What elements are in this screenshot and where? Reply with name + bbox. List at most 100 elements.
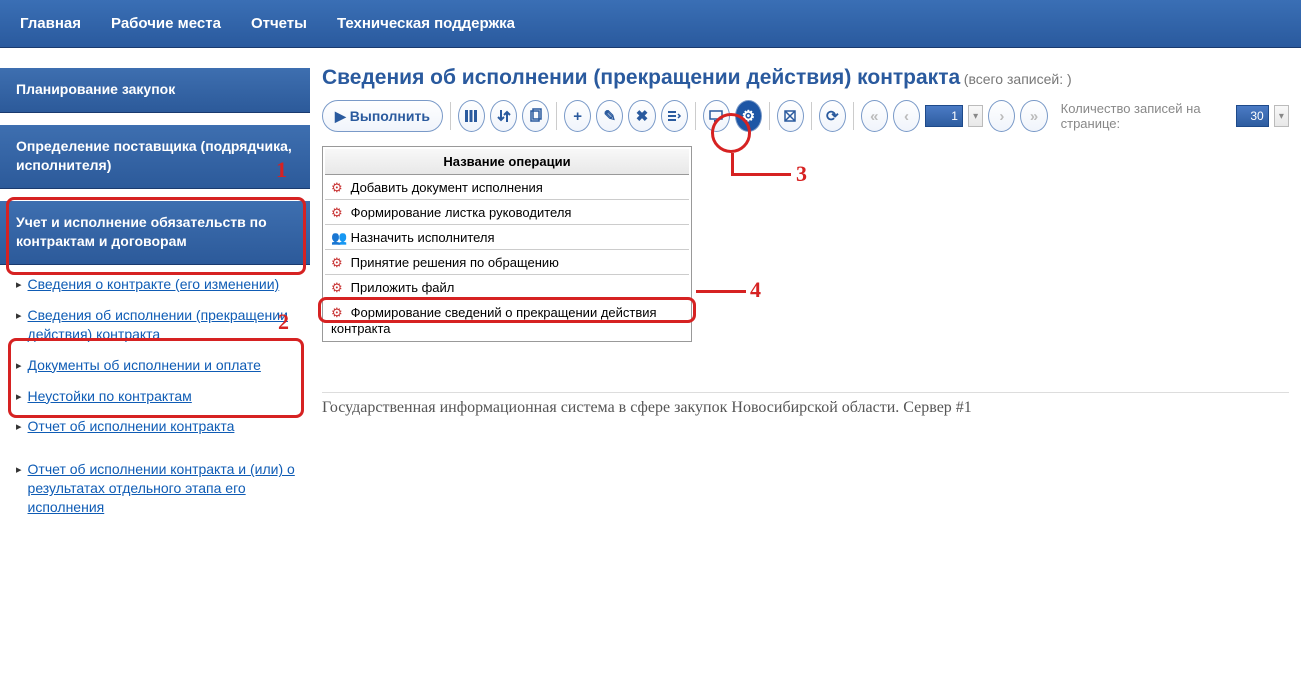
sidebar-section-supplier[interactable]: Определение поставщика (подрядчика, испо… [0, 125, 310, 189]
people-icon: 👥 [331, 230, 347, 246]
title-row: Сведения об исполнении (прекращении дейс… [322, 66, 1289, 90]
nav-workplaces[interactable]: Рабочие места [111, 15, 221, 32]
delete-button[interactable]: ✖ [628, 100, 655, 132]
arrow-icon: ▸ [16, 390, 22, 403]
page-title: Сведения об исполнении (прекращении дейс… [322, 66, 960, 89]
sidebar-link[interactable]: Отчет об исполнении контракта [28, 417, 235, 436]
gear-icon: ⚙ [742, 107, 755, 125]
page-dropdown[interactable]: ▾ [968, 105, 983, 127]
title-suffix: (всего записей: ) [964, 71, 1072, 87]
gear-icon: ⚙ [331, 255, 347, 271]
separator [769, 102, 770, 130]
execute-button[interactable]: ▶Выполнить [322, 100, 443, 132]
sidebar-links: ▸ Сведения о контракте (его изменении) ▸ С… [0, 265, 310, 533]
sidebar-item[interactable]: ▸ Сведения о контракте (его изменении) [0, 269, 310, 300]
copy-button[interactable] [522, 100, 549, 132]
arrow-icon: ▸ [16, 359, 22, 372]
sidebar-section-contracts[interactable]: Учет и исполнение обязательств по контра… [0, 201, 310, 265]
op-label: Формирование сведений о прекращении дейс… [331, 305, 657, 336]
refresh-icon: ⟳ [826, 107, 839, 125]
op-label: Принятие решения по обращению [351, 255, 559, 270]
operations-table: Название операции ⚙ Добавить документ ис… [322, 146, 692, 342]
next-icon: › [999, 108, 1004, 125]
sidebar-link[interactable]: Сведения о контракте (его изменении) [28, 275, 280, 294]
callout-number-3: 3 [796, 161, 807, 187]
page-number-box[interactable]: 1 [925, 105, 963, 127]
sidebar-item[interactable]: ▸ Сведения об исполнении (прекращении дей… [0, 300, 310, 350]
table-row[interactable]: 👥 Назначить исполнителя [325, 227, 689, 250]
sidebar-section-planning[interactable]: Планирование закупок [0, 68, 310, 113]
separator [853, 102, 854, 130]
screen-button[interactable] [703, 100, 730, 132]
nav-reports[interactable]: Отчеты [251, 15, 307, 32]
separator [695, 102, 696, 130]
footer-text: Государственная информационная система в… [322, 392, 1289, 417]
sidebar-item[interactable]: ▸ Отчет об исполнении контракта [0, 411, 310, 442]
execute-label: Выполнить [350, 108, 430, 124]
table-row[interactable]: ⚙ Формирование листка руководителя [325, 202, 689, 225]
table-row[interactable]: ⚙ Приложить файл [325, 277, 689, 300]
last-icon: » [1030, 108, 1038, 125]
op-label: Назначить исполнителя [351, 230, 495, 245]
sidebar-item[interactable]: ▸ Документы об исполнении и оплате [0, 350, 310, 381]
callout-number-1: 1 [276, 157, 287, 183]
gear-icon: ⚙ [331, 280, 347, 296]
sidebar-link[interactable]: Документы об исполнении и оплате [28, 356, 261, 375]
edit-button[interactable]: ✎ [596, 100, 623, 132]
expand-icon [782, 108, 798, 124]
copy-icon [528, 108, 544, 124]
add-button[interactable]: + [564, 100, 591, 132]
sort-icon [496, 108, 512, 124]
table-row[interactable]: ⚙ Принятие решения по обращению [325, 252, 689, 275]
separator [811, 102, 812, 130]
first-icon: « [870, 108, 878, 125]
expand-button[interactable] [777, 100, 804, 132]
per-page-label: Количество записей на странице: [1061, 101, 1231, 131]
sidebar-item[interactable]: ▸ Отчет об исполнении контракта и (или) о… [0, 454, 310, 523]
arrow-icon: ▸ [16, 420, 22, 433]
column-settings-button[interactable] [458, 100, 485, 132]
top-nav: Главная Рабочие места Отчеты Техническая… [0, 0, 1301, 48]
nav-home[interactable]: Главная [20, 15, 81, 32]
op-label: Добавить документ исполнения [351, 180, 543, 195]
list-button[interactable] [661, 100, 688, 132]
sidebar-link[interactable]: Отчет об исполнении контракта и (или) о … [28, 460, 300, 517]
arrow-icon: ▸ [16, 278, 22, 291]
main-content: Сведения об исполнении (прекращении дейс… [310, 48, 1301, 533]
callout-number-2: 2 [278, 309, 289, 335]
separator [556, 102, 557, 130]
per-page-dropdown[interactable]: ▾ [1274, 105, 1289, 127]
per-page-box[interactable]: 30 [1236, 105, 1269, 127]
gear-icon: ⚙ [331, 180, 347, 196]
prev-page-button[interactable]: ‹ [893, 100, 920, 132]
op-label: Формирование листка руководителя [351, 205, 572, 220]
separator [450, 102, 451, 130]
last-page-button[interactable]: » [1020, 100, 1047, 132]
nav-support[interactable]: Техническая поддержка [337, 15, 515, 32]
table-row[interactable]: ⚙ Формирование сведений о прекращении де… [325, 302, 689, 339]
plus-icon: + [573, 108, 582, 125]
gear-icon: ⚙ [331, 205, 347, 221]
gear-icon: ⚙ [331, 305, 347, 321]
play-icon: ▶ [335, 108, 346, 125]
toolbar: ▶Выполнить + ✎ ✖ ⚙ ⟳ « ‹ 1 ▾ › » Количес… [322, 100, 1289, 132]
arrow-icon: ▸ [16, 463, 22, 476]
op-label: Приложить файл [351, 280, 455, 295]
refresh-button[interactable]: ⟳ [819, 100, 846, 132]
operations-header: Название операции [325, 149, 689, 175]
sidebar-link[interactable]: Сведения об исполнении (прекращении дейс… [28, 306, 300, 344]
callout-number-4: 4 [750, 277, 761, 303]
pencil-icon: ✎ [604, 107, 617, 125]
close-icon: ✖ [636, 107, 649, 125]
next-page-button[interactable]: › [988, 100, 1015, 132]
sort-button[interactable] [490, 100, 517, 132]
table-row[interactable]: ⚙ Добавить документ исполнения [325, 177, 689, 200]
sidebar-link[interactable]: Неустойки по контрактам [28, 387, 192, 406]
screen-icon [708, 108, 724, 124]
arrow-icon: ▸ [16, 309, 22, 322]
first-page-button[interactable]: « [861, 100, 888, 132]
prev-icon: ‹ [904, 108, 909, 125]
columns-icon [463, 108, 479, 124]
gear-button[interactable]: ⚙ [735, 100, 762, 132]
sidebar-item[interactable]: ▸ Неустойки по контрактам [0, 381, 310, 412]
